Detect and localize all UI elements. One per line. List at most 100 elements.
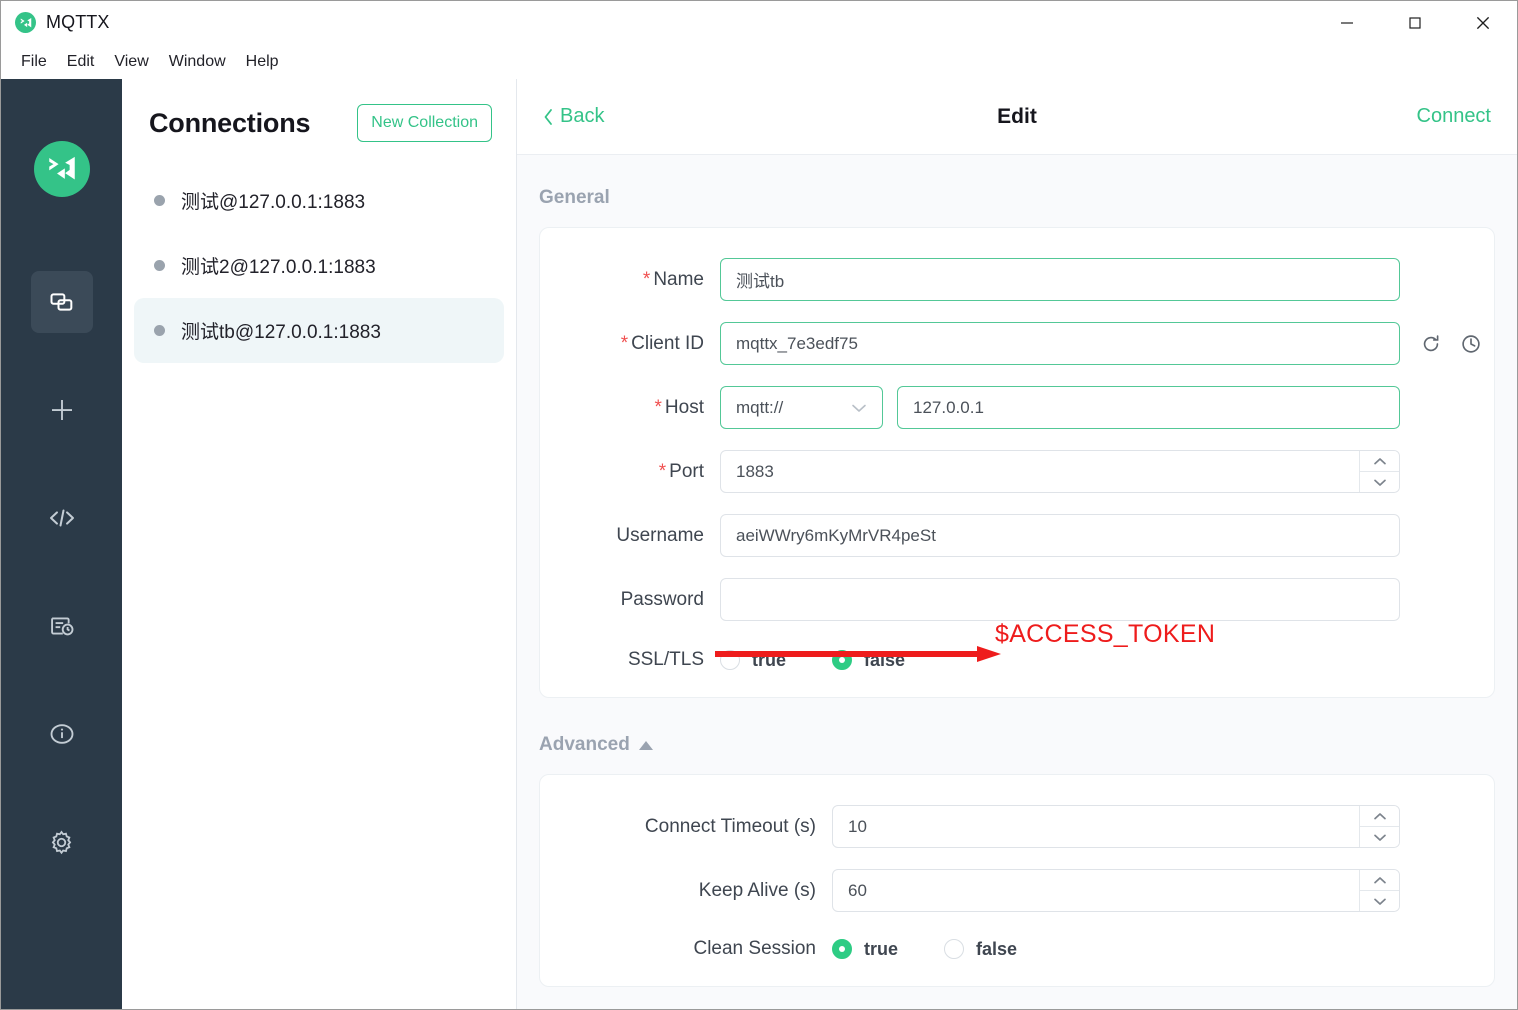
- new-collection-button[interactable]: New Collection: [357, 104, 492, 142]
- clock-history-icon[interactable]: [1460, 333, 1482, 355]
- connect-timeout-input[interactable]: [832, 805, 1400, 848]
- clean-session-false-radio[interactable]: [944, 939, 965, 959]
- advanced-label: Advanced: [539, 734, 630, 755]
- chevron-down-icon: [1373, 834, 1386, 841]
- field-row-name: * Name: [540, 258, 1494, 301]
- ssl-false-radio[interactable]: [832, 650, 853, 670]
- mqttx-window: MQTTX File Edit View Window Help Connect…: [0, 0, 1518, 1010]
- password-label: Password: [620, 588, 704, 610]
- rail-item-settings[interactable]: [31, 811, 93, 873]
- back-label: Back: [560, 105, 605, 127]
- menu-window[interactable]: Window: [159, 50, 236, 74]
- port-decrement-button[interactable]: [1360, 472, 1399, 492]
- connection-label: 测试2@127.0.0.1:1883: [181, 257, 376, 278]
- field-row-password: Password: [540, 578, 1494, 621]
- menu-view[interactable]: View: [104, 50, 158, 74]
- connections-list: 测试@127.0.0.1:1883 测试2@127.0.0.1:1883 测试t…: [122, 168, 516, 363]
- field-row-keep-alive: Keep Alive (s): [540, 869, 1494, 912]
- clean-session-false-label: false: [976, 938, 1018, 959]
- connection-item-2[interactable]: 测试2@127.0.0.1:1883: [134, 233, 504, 298]
- port-input[interactable]: [720, 450, 1400, 493]
- connect-timeout-label: Connect Timeout (s): [644, 815, 816, 837]
- clean-session-radio-group: true false: [832, 939, 1051, 960]
- edit-header: Back Edit Connect: [517, 79, 1517, 155]
- connect-timeout-increment-button[interactable]: [1360, 806, 1399, 827]
- menu-file[interactable]: File: [11, 50, 57, 74]
- rail-item-log[interactable]: [31, 595, 93, 657]
- name-input[interactable]: [720, 258, 1400, 301]
- clean-session-true-radio[interactable]: [832, 939, 852, 959]
- rail-item-about[interactable]: [31, 703, 93, 765]
- username-label: Username: [616, 524, 704, 546]
- chevron-left-icon: [544, 108, 552, 125]
- client-id-input[interactable]: [720, 322, 1400, 365]
- rail-item-connections[interactable]: [30, 271, 93, 333]
- chevron-down-icon: [1373, 479, 1386, 486]
- host-protocol-select-wrap: mqtt://: [720, 386, 883, 429]
- name-label: * Name: [642, 268, 704, 290]
- chevron-down-icon: [1373, 898, 1386, 905]
- ssl-label: SSL/TLS: [627, 649, 704, 670]
- clean-session-true-label: true: [864, 938, 899, 959]
- ssl-true-radio[interactable]: [720, 650, 740, 670]
- menu-edit[interactable]: Edit: [57, 50, 105, 74]
- info-icon: [48, 720, 76, 748]
- rail-item-new-connection[interactable]: [31, 379, 93, 441]
- status-dot-icon: [154, 325, 165, 336]
- close-button[interactable]: [1449, 1, 1517, 44]
- password-input[interactable]: [720, 578, 1400, 621]
- port-stepper: [720, 450, 1400, 493]
- port-increment-button[interactable]: [1360, 451, 1399, 472]
- log-history-icon: [48, 612, 76, 640]
- mqttx-rail-logo-icon: [33, 141, 90, 197]
- field-row-connect-timeout: Connect Timeout (s): [540, 805, 1494, 848]
- general-label: General: [539, 187, 610, 208]
- host-input[interactable]: [897, 386, 1400, 429]
- host-protocol-select[interactable]: mqtt://: [720, 386, 883, 429]
- connections-icon: [48, 288, 76, 316]
- username-input[interactable]: [720, 514, 1400, 557]
- connect-button[interactable]: Connect: [1417, 105, 1492, 128]
- edit-scroll-area[interactable]: General *Name *Client ID: [517, 155, 1517, 1009]
- caret-up-icon[interactable]: [638, 740, 653, 750]
- connections-header: Connections New Collection: [122, 79, 516, 142]
- minimize-button[interactable]: [1313, 1, 1381, 44]
- menu-bar: File Edit View Window Help: [1, 44, 1517, 79]
- ssl-false-label: false: [864, 649, 906, 670]
- connections-panel: Connections New Collection 测试@127.0.0.1:…: [122, 79, 517, 1009]
- status-dot-icon: [154, 260, 165, 271]
- general-card: *Name *Client ID: [539, 227, 1495, 698]
- clean-session-label: Clean Session: [693, 938, 816, 959]
- chevron-up-icon: [1373, 457, 1386, 464]
- refresh-icon[interactable]: [1420, 333, 1442, 355]
- keep-alive-decrement-button[interactable]: [1360, 891, 1399, 911]
- maximize-button[interactable]: [1381, 1, 1449, 44]
- client-id-label: * Client ID: [620, 332, 704, 354]
- back-button[interactable]: Back: [543, 105, 604, 128]
- connection-item-1[interactable]: 测试@127.0.0.1:1883: [134, 168, 504, 233]
- field-row-ssl: SSL/TLS true false: [540, 649, 1494, 671]
- keep-alive-input[interactable]: [832, 869, 1400, 912]
- keep-alive-label: Keep Alive (s): [698, 879, 816, 901]
- rail-item-scripts[interactable]: [31, 487, 93, 549]
- menu-help[interactable]: Help: [236, 50, 289, 74]
- port-spinner: [1359, 451, 1399, 492]
- connection-label: 测试@127.0.0.1:1883: [181, 192, 366, 213]
- general-section-title: General: [539, 155, 1495, 227]
- connection-item-3[interactable]: 测试tb@127.0.0.1:1883: [134, 298, 504, 363]
- ssl-true-label: true: [752, 649, 787, 670]
- field-row-host: * Host mqtt://: [540, 386, 1494, 429]
- advanced-section-title[interactable]: Advanced: [539, 698, 1495, 774]
- connect-timeout-decrement-button[interactable]: [1360, 827, 1399, 847]
- host-label: * Host: [654, 396, 704, 418]
- required-star: *: [658, 460, 667, 482]
- chevron-down-icon: [851, 401, 867, 415]
- keep-alive-increment-button[interactable]: [1360, 870, 1399, 891]
- connect-timeout-spinner: [1359, 806, 1399, 847]
- port-label: * Port: [658, 460, 704, 482]
- required-star: *: [654, 396, 662, 418]
- field-row-username: Username: [540, 514, 1494, 557]
- ssl-radio-group: true false: [720, 650, 939, 671]
- host-protocol-value: mqtt://: [736, 397, 784, 417]
- title-bar-left: MQTTX: [1, 12, 110, 33]
